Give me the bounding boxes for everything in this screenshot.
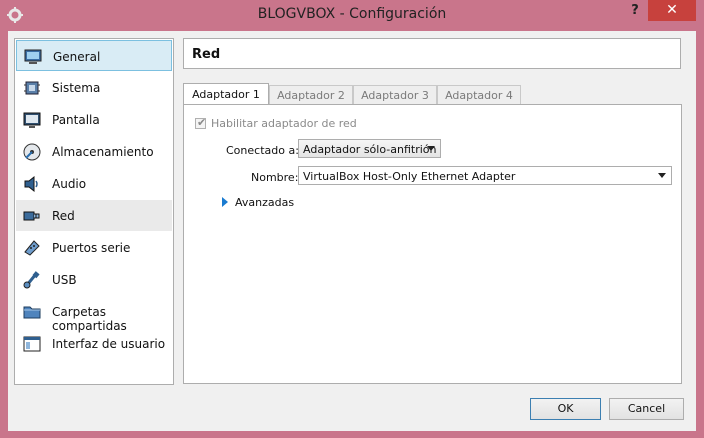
window-title: BLOGVBOX - Configuración [257,6,447,22]
sidebar-label: Red [52,209,75,223]
section-title: Red [192,47,221,62]
attached-to-select[interactable]: Adaptador sólo-anfitrión [298,139,441,158]
network-icon [23,211,40,221]
chevron-down-icon [427,146,435,151]
close-button[interactable]: ✕ [648,0,696,21]
usb-icon [23,271,40,289]
sidebar-label: Audio [52,177,87,191]
sidebar-label: General [53,50,101,64]
expand-arrow-icon [222,197,228,207]
sidebar-item-pantalla[interactable]: Pantalla [16,104,172,135]
section-header: Red [183,38,681,69]
sidebar-item-sistema[interactable]: Sistema [16,72,172,103]
attached-to-value: Adaptador sólo-anfitrión [303,143,437,156]
display-icon [23,112,41,128]
serial-ports-icon [24,240,40,256]
storage-icon [23,143,41,161]
dialog-body: General Sistema Pantalla Almacenamiento … [8,31,696,431]
name-label: Nombre: [251,171,299,184]
sidebar-label: USB [52,273,77,287]
sidebar-item-carpetas-compartidas[interactable]: Carpetas compartidas [16,296,172,333]
checkmark-icon: ✔ [197,116,207,129]
general-icon [24,49,42,64]
tab-adaptador-2[interactable]: Adaptador 2 [269,85,353,104]
sidebar-label: Pantalla [52,113,100,127]
system-icon [24,81,40,95]
settings-window: BLOGVBOX - Configuración ? ✕ General Sis… [0,0,704,438]
adapter-name-select[interactable]: VirtualBox Host-Only Ethernet Adapter [298,166,672,185]
cancel-button[interactable]: Cancel [609,398,684,420]
sidebar-item-puertos-serie[interactable]: Puertos serie [16,232,172,263]
enable-adapter-label: Habilitar adaptador de red [211,117,357,130]
enable-adapter-checkbox[interactable]: ✔ [195,116,207,129]
sidebar-label: Interfaz de usuario [52,337,166,351]
tab-adaptador-3[interactable]: Adaptador 3 [353,85,437,104]
title-bar[interactable]: BLOGVBOX - Configuración ? ✕ [0,0,704,31]
attached-to-label: Conectado a: [226,144,299,157]
shared-folders-icon [23,306,41,319]
help-button[interactable]: ? [626,3,644,21]
advanced-label: Avanzadas [235,196,295,209]
sidebar-item-red[interactable]: Red [16,200,172,231]
sidebar-item-audio[interactable]: Audio [16,168,172,199]
settings-sidebar: General Sistema Pantalla Almacenamiento … [14,38,174,385]
sidebar-label: Sistema [52,81,101,95]
user-interface-icon [23,336,41,352]
sidebar-label: Puertos serie [52,241,131,255]
adapter-name-value: VirtualBox Host-Only Ethernet Adapter [303,170,516,183]
sidebar-item-usb[interactable]: USB [16,264,172,295]
sidebar-item-almacenamiento[interactable]: Almacenamiento [16,136,172,167]
chevron-down-icon [658,173,666,178]
audio-icon [24,175,38,193]
sidebar-label: Almacenamiento [52,145,154,159]
ok-button[interactable]: OK [530,398,601,420]
tab-adaptador-1[interactable]: Adaptador 1 [183,83,269,106]
adapter-panel: ✔ Habilitar adaptador de red Conectado a… [183,104,682,384]
sidebar-item-interfaz-de-usuario[interactable]: Interfaz de usuario [16,328,172,359]
tab-adaptador-4[interactable]: Adaptador 4 [437,85,521,104]
sidebar-item-general[interactable]: General [16,40,172,71]
